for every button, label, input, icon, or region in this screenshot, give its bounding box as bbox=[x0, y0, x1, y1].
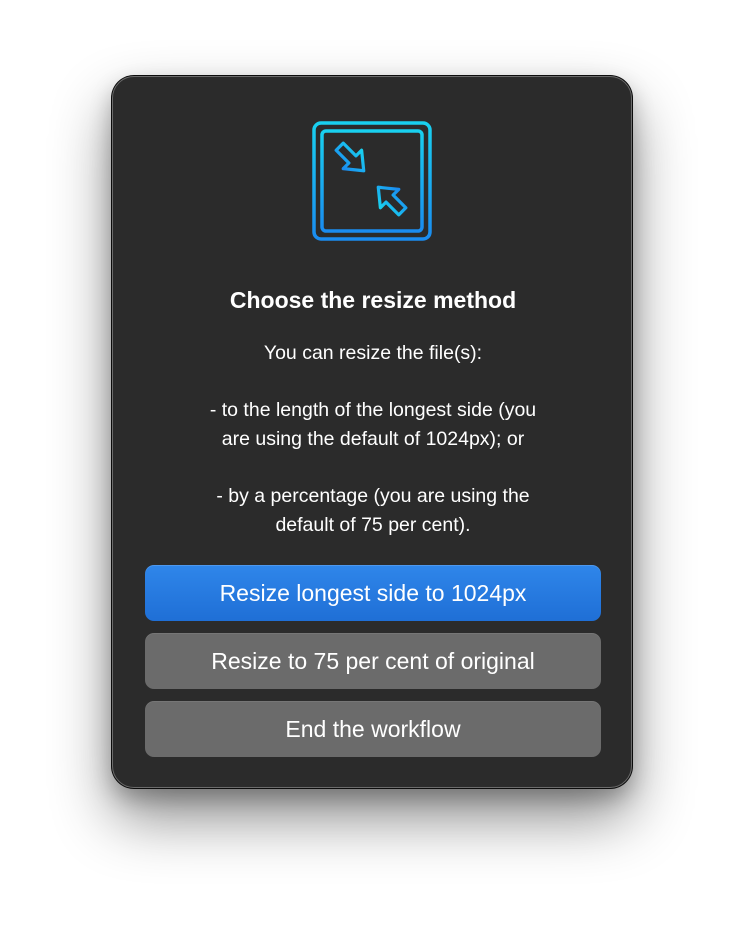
end-workflow-button[interactable]: End the workflow bbox=[145, 701, 601, 757]
message-option-percentage-line2: default of 75 per cent). bbox=[275, 513, 471, 536]
dialog-title: Choose the resize method bbox=[229, 287, 517, 313]
dialog-message: You can resize the file(s): - to the len… bbox=[153, 339, 593, 539]
resize-longest-side-button[interactable]: Resize longest side to 1024px bbox=[145, 565, 601, 621]
resize-percentage-button[interactable]: Resize to 75 per cent of original bbox=[145, 633, 601, 689]
resize-arrows-icon bbox=[311, 120, 433, 242]
message-intro: You can resize the file(s): bbox=[263, 342, 483, 364]
screen: Choose the resize method You can resize … bbox=[0, 0, 744, 936]
message-option-longest-side-line2: are using the default of 1024px); or bbox=[221, 427, 525, 450]
message-option-percentage-line1: - by a percentage (you are using the bbox=[216, 484, 530, 507]
resize-method-dialog: Choose the resize method You can resize … bbox=[112, 76, 632, 788]
message-option-longest-side-line1: - to the length of the longest side (you bbox=[209, 399, 537, 422]
